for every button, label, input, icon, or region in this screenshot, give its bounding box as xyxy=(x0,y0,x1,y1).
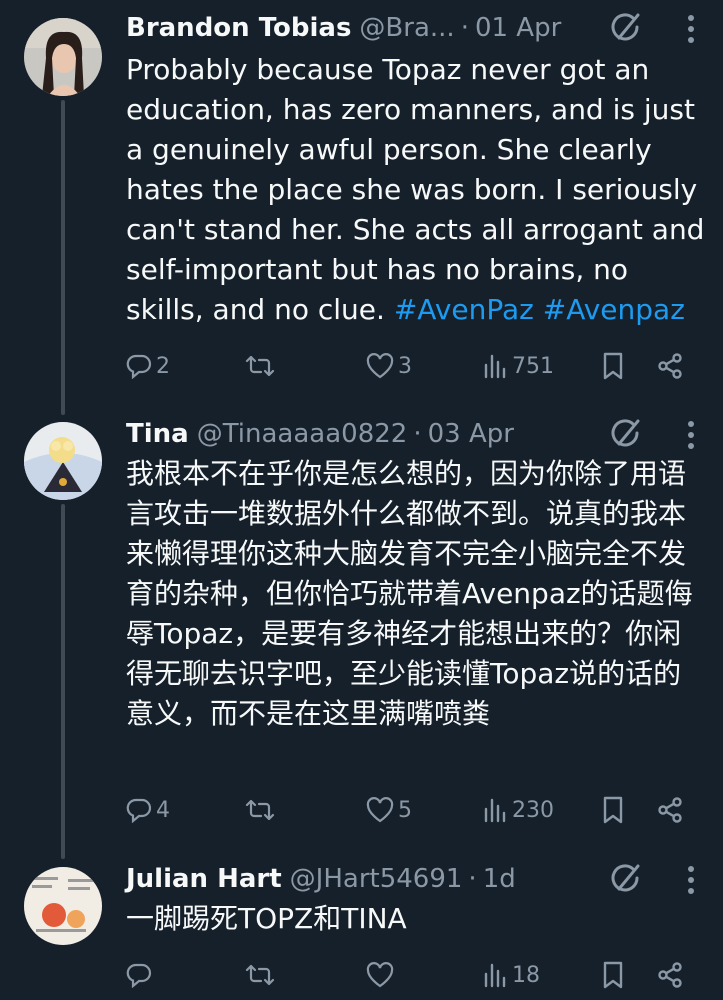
views-icon xyxy=(484,798,506,823)
share-button[interactable] xyxy=(656,790,684,830)
more-icon[interactable] xyxy=(687,865,695,895)
author-handle[interactable]: @Bra... xyxy=(359,13,454,43)
avatar[interactable] xyxy=(24,422,102,500)
share-button[interactable] xyxy=(656,955,684,995)
reply-icon xyxy=(126,354,152,379)
tweet-body: Probably because Topaz never got an educ… xyxy=(126,53,705,326)
tweet-tina[interactable]: Tina @Tinaaaaa0822 · 03 Apr 我根本不在乎你是怎么想的… xyxy=(0,410,723,850)
hashtag-link[interactable]: #AvenPaz xyxy=(394,293,534,326)
tweet-text: 一脚踢死TOPZ和TINA xyxy=(126,899,706,939)
avatar[interactable] xyxy=(24,867,102,945)
reply-icon xyxy=(126,963,152,988)
like-button[interactable]: 3 xyxy=(366,346,412,386)
reply-count: 4 xyxy=(156,797,170,823)
views-button[interactable]: 230 xyxy=(482,790,554,830)
reply-count: 2 xyxy=(156,353,170,379)
repost-button[interactable] xyxy=(244,346,276,386)
reply-icon xyxy=(126,798,152,823)
share-icon xyxy=(658,353,682,379)
more-icon[interactable] xyxy=(687,420,695,450)
repost-icon xyxy=(245,355,275,377)
grok-icon[interactable] xyxy=(609,11,643,45)
views-icon xyxy=(484,963,506,988)
like-count: 3 xyxy=(398,353,412,379)
views-button[interactable]: 18 xyxy=(482,955,540,995)
bookmark-icon xyxy=(603,961,623,989)
separator: · xyxy=(460,13,469,43)
bookmark-icon xyxy=(603,796,623,824)
share-icon xyxy=(658,962,682,988)
views-count: 230 xyxy=(512,797,554,823)
timestamp[interactable]: 01 Apr xyxy=(475,13,561,43)
reply-button[interactable]: 2 xyxy=(126,346,170,386)
tweet-body: 一脚踢死TOPZ和TINA xyxy=(126,902,407,935)
reply-button[interactable]: 4 xyxy=(126,790,170,830)
separator: · xyxy=(413,419,422,449)
author-name[interactable]: Julian Hart xyxy=(126,864,282,894)
repost-icon xyxy=(245,799,275,821)
repost-button[interactable] xyxy=(244,790,276,830)
views-count: 18 xyxy=(512,962,540,988)
timestamp[interactable]: 03 Apr xyxy=(428,419,514,449)
tweet-julian[interactable]: Julian Hart @JHart54691 · 1d 一脚踢死TOPZ和TI… xyxy=(0,855,723,1000)
repost-icon xyxy=(245,964,275,986)
share-icon xyxy=(658,797,682,823)
tweet-body: 我根本不在乎你是怎么想的，因为你除了用语言攻击一堆数据外什么都做不到。说真的我本… xyxy=(126,457,693,730)
tweet-text: Probably because Topaz never got an educ… xyxy=(126,50,706,330)
like-button[interactable] xyxy=(366,955,394,995)
avatar[interactable] xyxy=(24,18,102,96)
reply-button[interactable] xyxy=(126,955,152,995)
bookmark-button[interactable] xyxy=(602,790,624,830)
author-handle[interactable]: @Tinaaaaa0822 xyxy=(197,419,408,449)
tweet-brandon[interactable]: Brandon Tobias @Bra... · 01 Apr Probably… xyxy=(0,0,723,400)
tweet-text: 我根本不在乎你是怎么想的，因为你除了用语言攻击一堆数据外什么都做不到。说真的我本… xyxy=(126,454,706,734)
author-handle[interactable]: @JHart54691 xyxy=(290,864,463,894)
grok-icon[interactable] xyxy=(609,862,643,896)
views-icon xyxy=(484,354,506,379)
bookmark-button[interactable] xyxy=(602,955,624,995)
bookmark-button[interactable] xyxy=(602,346,624,386)
hashtag-link[interactable]: #Avenpaz xyxy=(543,293,685,326)
views-count: 751 xyxy=(512,353,554,379)
timestamp[interactable]: 1d xyxy=(483,864,516,894)
action-bar: 4 5 230 xyxy=(126,790,691,830)
heart-icon xyxy=(366,353,394,379)
repost-button[interactable] xyxy=(244,955,276,995)
more-icon[interactable] xyxy=(687,14,695,44)
separator: · xyxy=(468,864,477,894)
author-name[interactable]: Brandon Tobias xyxy=(126,13,351,43)
action-bar: 2 3 751 xyxy=(126,346,691,386)
like-button[interactable]: 5 xyxy=(366,790,412,830)
heart-icon xyxy=(366,962,394,988)
action-bar: 18 xyxy=(126,955,691,995)
like-count: 5 xyxy=(398,797,412,823)
share-button[interactable] xyxy=(656,346,684,386)
grok-icon[interactable] xyxy=(609,417,643,451)
author-name[interactable]: Tina xyxy=(126,419,189,449)
views-button[interactable]: 751 xyxy=(482,346,554,386)
heart-icon xyxy=(366,797,394,823)
bookmark-icon xyxy=(603,352,623,380)
